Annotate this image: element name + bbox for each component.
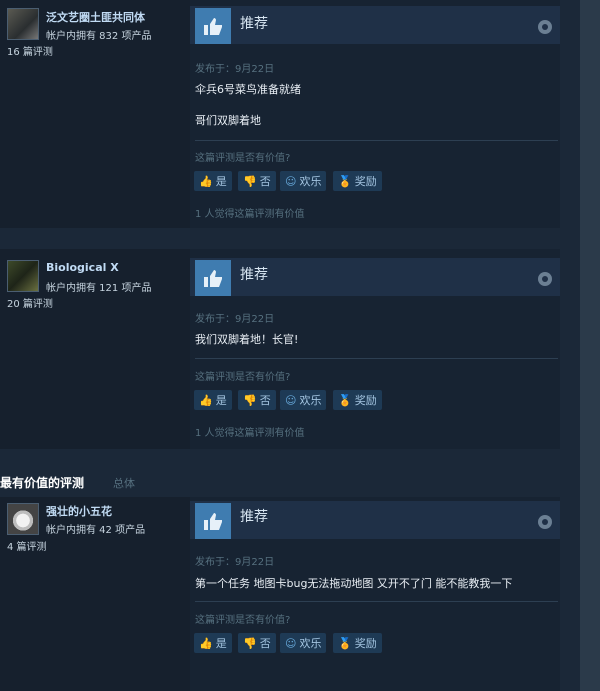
vote-no-label: 否 — [259, 175, 271, 188]
smiley-icon: ☺ — [285, 636, 297, 650]
thumbs-up-icon — [195, 8, 231, 44]
award-icon: 🏅 — [338, 174, 352, 188]
spacer — [0, 228, 580, 248]
review-count[interactable]: 20 篇评测 — [7, 295, 53, 310]
found-helpful: 1 人觉得这篇评测有价值 — [195, 428, 305, 439]
vote-no-label: 否 — [259, 394, 271, 407]
thumbs-up-icon — [195, 503, 231, 539]
review-text-line: 我们双脚着地！长官! — [195, 333, 299, 346]
helpful-question: 这篇评测是否有价值? — [195, 153, 291, 164]
vote-yes-button[interactable]: 👍 是 — [194, 390, 232, 410]
award-label: 奖励 — [354, 394, 377, 407]
thumbs-down-small-icon: 👎 — [243, 636, 257, 650]
thumbs-down-small-icon: 👎 — [243, 393, 257, 407]
vote-funny-button[interactable]: ☺ 欢乐 — [280, 171, 327, 191]
recommendation-title[interactable]: 推荐 — [240, 264, 268, 284]
username-link[interactable]: 强壮的小五花 — [46, 503, 112, 519]
helpful-question: 这篇评测是否有价值? — [195, 615, 291, 626]
thumbs-down-small-icon: 👎 — [243, 174, 257, 188]
helpful-question: 这篇评测是否有价值? — [195, 372, 291, 383]
vote-yes-button[interactable]: 👍 是 — [194, 633, 232, 653]
vote-no-button[interactable]: 👎 否 — [238, 390, 276, 410]
thumbs-up-small-icon: 👍 — [199, 393, 213, 407]
products-owned[interactable]: 帐户内拥有 42 项产品 — [46, 521, 145, 536]
username-link[interactable]: 泛文艺圈土匪共同体 — [46, 9, 145, 25]
vote-funny-label: 欢乐 — [299, 637, 322, 650]
award-icon: 🏅 — [338, 393, 352, 407]
award-icon: 🏅 — [338, 636, 352, 650]
award-button[interactable]: 🏅 奖励 — [333, 633, 382, 653]
thumbs-up-icon — [195, 260, 231, 296]
vote-yes-label: 是 — [215, 637, 227, 650]
award-button[interactable]: 🏅 奖励 — [333, 390, 382, 410]
award-label: 奖励 — [354, 175, 377, 188]
username-link[interactable]: Biological X — [46, 261, 119, 274]
thumbs-up-small-icon: 👍 — [199, 174, 213, 188]
steam-logo-icon — [538, 515, 552, 529]
posted-date: 发布于：9月22日 — [195, 64, 275, 75]
section-title: 最有价值的评测 — [0, 476, 85, 490]
award-button[interactable]: 🏅 奖励 — [333, 171, 382, 191]
posted-date: 发布于：9月22日 — [195, 557, 275, 568]
divider — [195, 358, 558, 359]
products-owned[interactable]: 帐户内拥有 832 项产品 — [46, 27, 151, 42]
review-text-line: 伞兵6号菜鸟准备就绪 — [195, 83, 301, 96]
steam-logo-icon — [538, 20, 552, 34]
vote-yes-label: 是 — [215, 175, 227, 188]
vote-yes-button[interactable]: 👍 是 — [194, 171, 232, 191]
review-text-line: 哥们双脚着地 — [195, 114, 261, 127]
recommendation-title[interactable]: 推荐 — [240, 13, 268, 33]
vote-no-label: 否 — [259, 637, 271, 650]
vote-funny-button[interactable]: ☺ 欢乐 — [280, 390, 327, 410]
vote-yes-label: 是 — [215, 394, 227, 407]
posted-date: 发布于：9月22日 — [195, 314, 275, 325]
products-owned[interactable]: 帐户内拥有 121 项产品 — [46, 279, 151, 294]
recommendation-title[interactable]: 推荐 — [240, 506, 268, 526]
smiley-icon: ☺ — [285, 174, 297, 188]
steam-logo-icon — [538, 272, 552, 286]
review-count[interactable]: 4 篇评测 — [7, 538, 47, 553]
vote-funny-label: 欢乐 — [299, 394, 322, 407]
vote-funny-label: 欢乐 — [299, 175, 322, 188]
smiley-icon: ☺ — [285, 393, 297, 407]
avatar[interactable] — [7, 8, 39, 40]
vote-no-button[interactable]: 👎 否 — [238, 171, 276, 191]
divider — [195, 140, 558, 141]
review-count[interactable]: 16 篇评测 — [7, 43, 53, 58]
vote-funny-button[interactable]: ☺ 欢乐 — [280, 633, 327, 653]
review-text-line: 第一个任务 地图卡bug无法拖动地图 又开不了门 能不能教我一下 — [195, 577, 513, 590]
section-filter-link[interactable]: 总体 — [113, 475, 135, 491]
found-helpful: 1 人觉得这篇评测有价值 — [195, 209, 305, 220]
vote-no-button[interactable]: 👎 否 — [238, 633, 276, 653]
scrollbar-track[interactable] — [580, 0, 600, 691]
avatar[interactable] — [7, 260, 39, 292]
thumbs-up-small-icon: 👍 — [199, 636, 213, 650]
award-label: 奖励 — [354, 637, 377, 650]
avatar[interactable] — [7, 503, 39, 535]
divider — [195, 601, 558, 602]
